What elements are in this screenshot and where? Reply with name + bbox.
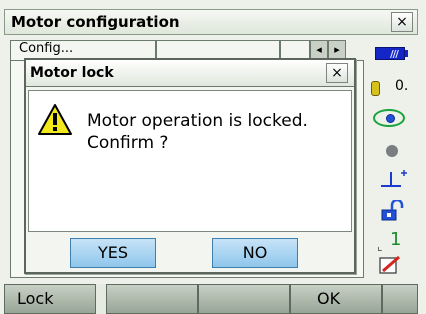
status-bar: /// 0. ⌞ 1 [367,44,419,280]
softkey-2[interactable] [106,284,198,314]
yes-button[interactable]: YES [70,238,156,268]
dialog-footer: YES NO [26,236,354,272]
battery-tip [405,50,408,57]
tab-scroll-left-button[interactable]: ◂ [310,40,328,60]
tab-scroll-right-button[interactable]: ▸ [328,40,346,60]
battery-level-text: /// [390,49,399,60]
tilt-bubble [386,114,395,123]
motor-lock-dialog: Motor lock × Motor operation is locked. … [24,58,356,274]
ok-softkey[interactable]: OK [290,284,382,314]
prism-icon[interactable] [371,81,380,96]
tab-second[interactable] [156,40,280,60]
tilt-icon[interactable] [373,109,405,127]
dialog-title: Motor lock [30,65,114,81]
circle-icon [386,145,398,157]
index-icon[interactable]: ⌞ 1 [377,229,407,253]
screen: Motor configuration × Config... ◂ ▸ /// … [0,0,426,314]
tab-third[interactable] [280,40,310,60]
dialog-body: Motor operation is locked. Confirm ? [28,90,352,232]
target-icon[interactable] [379,166,409,190]
dialog-message: Motor operation is locked. [87,111,308,131]
tab-config[interactable]: Config... [10,40,156,60]
index-value: 1 [390,229,402,250]
dialog-titlebar: Motor lock × [26,60,354,87]
battery-icon: /// [375,47,405,60]
main-titlebar: Motor configuration × [4,9,418,35]
tab-strip: Config... ◂ ▸ [10,40,362,60]
prism-constant: 0. [395,78,409,94]
no-button[interactable]: NO [212,238,298,268]
lock-icon[interactable] [380,200,406,222]
softkey-5[interactable] [382,284,418,314]
softkey-3[interactable] [198,284,290,314]
warning-icon [38,104,72,135]
window-close-button[interactable]: × [391,12,413,32]
lock-softkey[interactable]: Lock [4,284,96,314]
edit-icon[interactable] [379,255,403,275]
window-title: Motor configuration [11,13,180,31]
softkey-bar: Lock OK [4,284,418,314]
dialog-close-button[interactable]: × [326,63,348,83]
dialog-question: Confirm ? [87,133,169,153]
